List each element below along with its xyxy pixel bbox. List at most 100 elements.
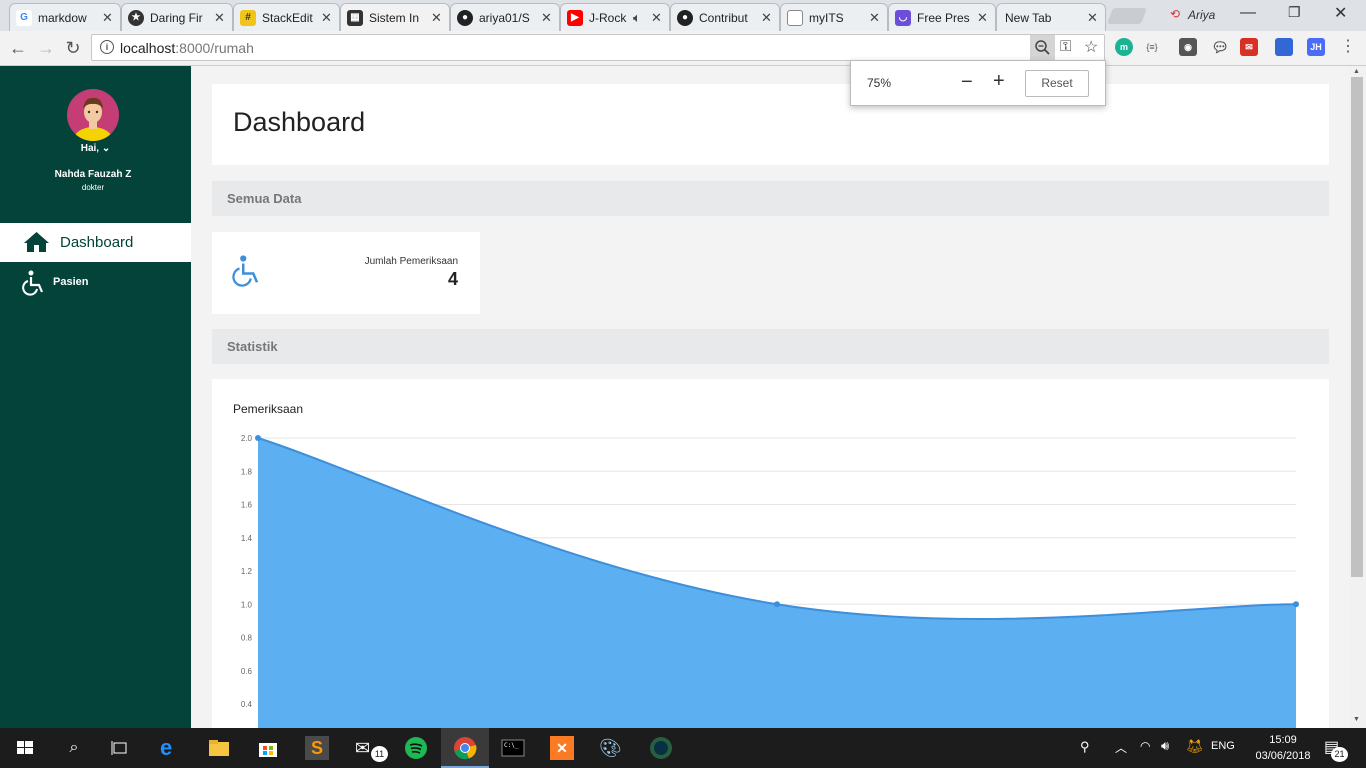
spotify-icon[interactable] (404, 736, 428, 760)
y-tick-label: 0.8 (241, 634, 253, 643)
scroll-down-arrow[interactable]: ▼ (1353, 716, 1360, 723)
close-icon[interactable]: ✕ (102, 10, 114, 26)
zoom-out-button[interactable]: − (961, 71, 973, 94)
avatar[interactable] (67, 89, 119, 141)
extension-jh-icon[interactable]: JH (1307, 38, 1325, 56)
google-icon: G (16, 9, 32, 26)
close-icon[interactable]: ✕ (321, 10, 333, 26)
tab-github-ariya[interactable]: ● ariya01/S ✕ (450, 3, 560, 31)
extension-mail-icon[interactable]: ✉ (1240, 38, 1258, 56)
youtube-icon: ▶ (567, 9, 583, 26)
xampp-icon[interactable]: ✕ (550, 736, 574, 760)
tab-myits[interactable]: myITS ✕ (780, 3, 888, 31)
github-icon: ● (677, 9, 693, 26)
tab-title: New Tab (1005, 10, 1052, 25)
people-icon[interactable]: ⚲ (1080, 739, 1090, 755)
menu-icon[interactable]: ⋮ (1340, 36, 1356, 56)
close-icon[interactable]: ✕ (541, 10, 553, 26)
zoom-icon[interactable] (1030, 35, 1055, 60)
page-title: Dashboard (233, 107, 366, 137)
y-tick-label: 1.2 (241, 567, 253, 576)
maximize-button[interactable]: ❐ (1288, 4, 1301, 21)
edge-icon[interactable]: e (160, 736, 184, 760)
tab-youtube[interactable]: ▶ J-Rock 🔈︎ ✕ (560, 3, 670, 31)
file-explorer-icon[interactable] (207, 736, 231, 760)
data-point[interactable] (774, 601, 780, 608)
data-point[interactable] (255, 435, 261, 441)
page-header-card: Dashboard (212, 84, 1329, 165)
data-point[interactable] (1293, 601, 1299, 608)
tab-title: markdow (38, 10, 87, 25)
star-circle-icon: ★ (128, 9, 144, 26)
window-close-button[interactable]: ✕ (1334, 3, 1347, 23)
tab-daring[interactable]: ★ Daring Fir ✕ (121, 3, 233, 31)
new-tab-button[interactable] (1107, 8, 1147, 24)
android-studio-icon[interactable] (649, 736, 673, 760)
tab-newtab[interactable]: New Tab ✕ (996, 3, 1106, 31)
zoom-reset-button[interactable]: Reset (1025, 70, 1089, 97)
sidebar-item-pasien[interactable]: Pasien (0, 269, 191, 299)
close-icon[interactable]: ✕ (761, 10, 773, 26)
wifi-icon[interactable]: ◠ (1140, 739, 1150, 753)
stat-label: Jumlah Pemeriksaan (364, 256, 458, 267)
address-bar[interactable]: i localhost:8000/rumah ⚿ ☆ (91, 34, 1105, 61)
sublime-text-icon[interactable]: S (305, 736, 329, 760)
tab-stackedit[interactable]: # StackEdit ✕ (233, 3, 340, 31)
minimize-button[interactable]: — (1240, 4, 1256, 22)
volume-icon[interactable]: 🔊︎ (1161, 738, 1169, 754)
terminal-icon[interactable]: C:\_ (501, 736, 525, 760)
extension-chat-icon[interactable]: 💬︎ (1211, 38, 1229, 56)
extension-json-icon[interactable]: {≡} (1143, 38, 1161, 56)
tab-markdown[interactable]: G markdow ✕ (9, 3, 121, 31)
url-text[interactable]: localhost:8000/rumah (120, 40, 254, 56)
tab-freepres[interactable]: ◡ Free Pres ✕ (888, 3, 996, 31)
sidebar-item-label: Pasien (53, 276, 89, 288)
windows-start-icon[interactable] (13, 736, 37, 760)
stackedit-icon: # (240, 9, 256, 26)
task-view-icon[interactable] (108, 736, 132, 760)
reload-button[interactable]: ↻ (61, 37, 85, 59)
extension-folder-icon[interactable] (1275, 38, 1293, 56)
tab-title: ariya01/S (479, 10, 530, 25)
extension-m-icon[interactable]: m (1115, 38, 1133, 56)
sidebar-item-label: Dashboard (60, 234, 134, 251)
tab-github-contrib[interactable]: ● Contribut ✕ (670, 3, 780, 31)
metamask-fox-icon[interactable]: 🦊︎ (1186, 738, 1204, 755)
wheelchair-icon (22, 270, 46, 301)
y-tick-label: 2.0 (241, 434, 253, 443)
speaker-icon: 🔈︎ (633, 9, 641, 25)
close-icon[interactable]: ✕ (651, 10, 663, 26)
forward-button[interactable]: → (34, 37, 58, 59)
chrome-taskbar-active[interactable] (441, 728, 489, 768)
key-icon[interactable]: ⚿ (1060, 38, 1071, 55)
extension-screenshot-icon[interactable]: ◉ (1179, 38, 1197, 56)
tab-sistem-active[interactable]: ▦ Sistem In ✕ (340, 3, 450, 31)
language-indicator[interactable]: ENG (1211, 740, 1235, 752)
info-icon[interactable]: i (100, 40, 114, 54)
show-hidden-icons-icon[interactable]: ︿ (1115, 739, 1127, 756)
search-icon[interactable]: ⌕ (62, 736, 86, 760)
back-button[interactable]: ← (6, 37, 30, 59)
tab-title: Contribut (699, 10, 748, 25)
y-tick-label: 1.4 (241, 534, 253, 543)
scroll-up-arrow[interactable]: ▲ (1353, 68, 1360, 75)
store-icon[interactable] (256, 736, 280, 760)
clock[interactable]: 15:09 03/06/2018 (1248, 732, 1318, 764)
profile-name[interactable]: Ariya (1188, 8, 1215, 22)
scrollbar[interactable]: ▲ ▼ (1349, 66, 1366, 728)
close-icon[interactable]: ✕ (869, 10, 881, 26)
page-icon (787, 9, 803, 26)
sidebar-item-dashboard[interactable]: Dashboard (0, 223, 191, 262)
paint-icon[interactable]: 🎨︎ (599, 736, 623, 760)
zoom-in-button[interactable]: + (993, 70, 1005, 93)
close-icon[interactable]: ✕ (977, 10, 989, 26)
greeting-dropdown[interactable]: Hai, ⌄ (0, 143, 191, 154)
profile-icon[interactable]: ⟲ (1170, 7, 1180, 21)
y-tick-label: 0.6 (241, 667, 253, 676)
bookmark-star-icon[interactable]: ☆ (1084, 37, 1098, 57)
scrollbar-thumb[interactable] (1351, 77, 1363, 577)
area-chart: 2.0 1.8 1.6 1.4 1.2 1.0 0.8 0.6 0.4 (241, 434, 1299, 728)
close-icon[interactable]: ✕ (431, 10, 443, 26)
close-icon[interactable]: ✕ (1087, 10, 1099, 26)
close-icon[interactable]: ✕ (214, 10, 226, 26)
